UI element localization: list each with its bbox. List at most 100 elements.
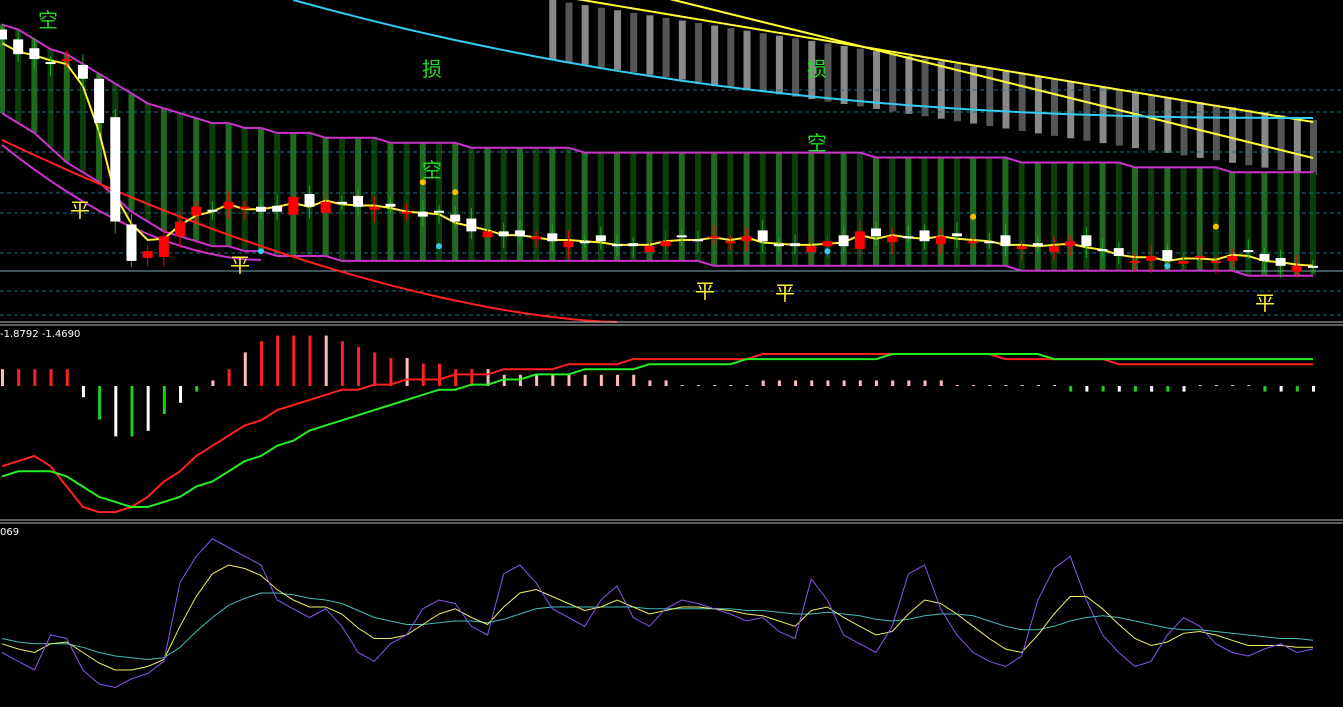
upper-band-bar [678,20,686,80]
macd-histogram-bar [405,358,409,386]
macd-histogram-bar [1214,385,1218,386]
macd-histogram-bar [729,385,733,386]
macd-histogram-bar [65,369,69,386]
candle-body [1113,248,1124,256]
macd-histogram-bar [583,374,587,386]
macd-histogram-bar [162,386,166,414]
macd-histogram-bar [616,374,620,386]
candle-body [919,230,930,242]
candle-body [1000,235,1011,247]
upper-band-bar [565,2,573,63]
candle-body [806,246,817,253]
band-bar [921,157,928,266]
upper-band-bar [727,28,735,87]
candle-body [498,231,509,237]
candle-body [158,236,169,257]
candle-body [29,48,40,60]
candle-body [692,239,703,242]
macd-histogram-bar [454,369,458,386]
candle-body [1227,256,1238,261]
band-bar [516,147,523,261]
macd-histogram-bar [211,380,215,386]
candle-body [369,206,380,210]
stock-chart: 空 平 平 损 空 平 平 损 空 平 -1.8792 -1.4690 069 [0,0,1343,707]
candle-body [1129,260,1140,263]
candle-body [450,214,461,222]
macd-histogram-bar [276,335,280,386]
band-bar [468,147,475,261]
upper-band-bar [1034,76,1042,134]
macd-histogram-bar [551,374,555,386]
macd-histogram-bar [340,341,344,386]
upper-band-bar [662,17,670,78]
macd-histogram-bar [842,380,846,386]
band-bar [873,157,879,266]
candle-body [531,236,542,240]
upper-band-bar [711,25,719,85]
macd-histogram-bar [955,385,959,386]
upper-band-bar [953,63,961,122]
upper-band-bar [1002,71,1010,129]
candle-body [320,201,331,213]
candle-body [903,236,914,239]
macd-histogram-bar [357,346,361,386]
band-bar [257,128,264,252]
macd-histogram-bar [1150,386,1154,392]
macd-histogram-bar [243,352,247,386]
candle-body [1016,246,1027,250]
candle-body [644,246,655,253]
macd-histogram-bar [1053,385,1057,386]
candle-body [126,224,137,261]
upper-band-bar [1293,117,1301,173]
macd-histogram-bar [1247,385,1251,386]
band-bar [274,132,281,256]
candle-body [935,236,946,245]
macd-histogram-bar [826,380,830,386]
macd-histogram-bar [1117,386,1121,392]
candle-body [725,241,736,244]
candle-body [1146,256,1157,261]
macd-histogram-bar [98,386,102,420]
band-bar [953,157,960,266]
signal-kong-1: 空 [38,8,58,32]
band-bar [1245,172,1252,276]
upper-band-bar [630,12,638,73]
band-bar [452,142,459,261]
upper-band-bar [1229,107,1237,163]
macd-histogram-bar [664,380,668,386]
upper-band-bar [775,35,783,95]
candle-body [13,39,24,55]
macd-histogram-bar [535,374,539,386]
macd-histogram-bar [939,380,943,386]
macd-histogram-bar [988,385,992,386]
candle-body [77,64,88,79]
signal-ping-5: 平 [1255,291,1275,315]
band-bar [403,142,410,261]
upper-band-bar [1131,91,1139,149]
candle-body [110,117,121,222]
macd-histogram-bar [49,369,53,386]
upper-band-bar [581,5,589,65]
candle-body [790,243,801,247]
macd-histogram-bar [1036,385,1040,386]
candle-body [175,221,186,237]
macd-histogram-bar [438,363,441,386]
macd-histogram-bar [179,386,183,403]
macd-histogram-bar [1312,386,1315,392]
macd-histogram-bar [891,380,895,386]
candle-body [239,206,250,209]
upper-band-bar [646,15,654,75]
band-bar [905,157,912,266]
macd-histogram-bar [972,385,976,386]
upper-band-bar [873,51,880,109]
macd-histogram-bar [923,380,927,386]
macd-histogram-bar [713,385,717,386]
macd-histogram-bar [648,380,652,386]
candle-body [1049,246,1060,253]
candle-body [709,236,720,239]
candle-body [514,230,525,237]
signal-sun-1: 损 [422,57,442,81]
macd-histogram-bar [1004,385,1008,386]
candle-body [676,235,687,238]
candle-body [272,205,283,212]
